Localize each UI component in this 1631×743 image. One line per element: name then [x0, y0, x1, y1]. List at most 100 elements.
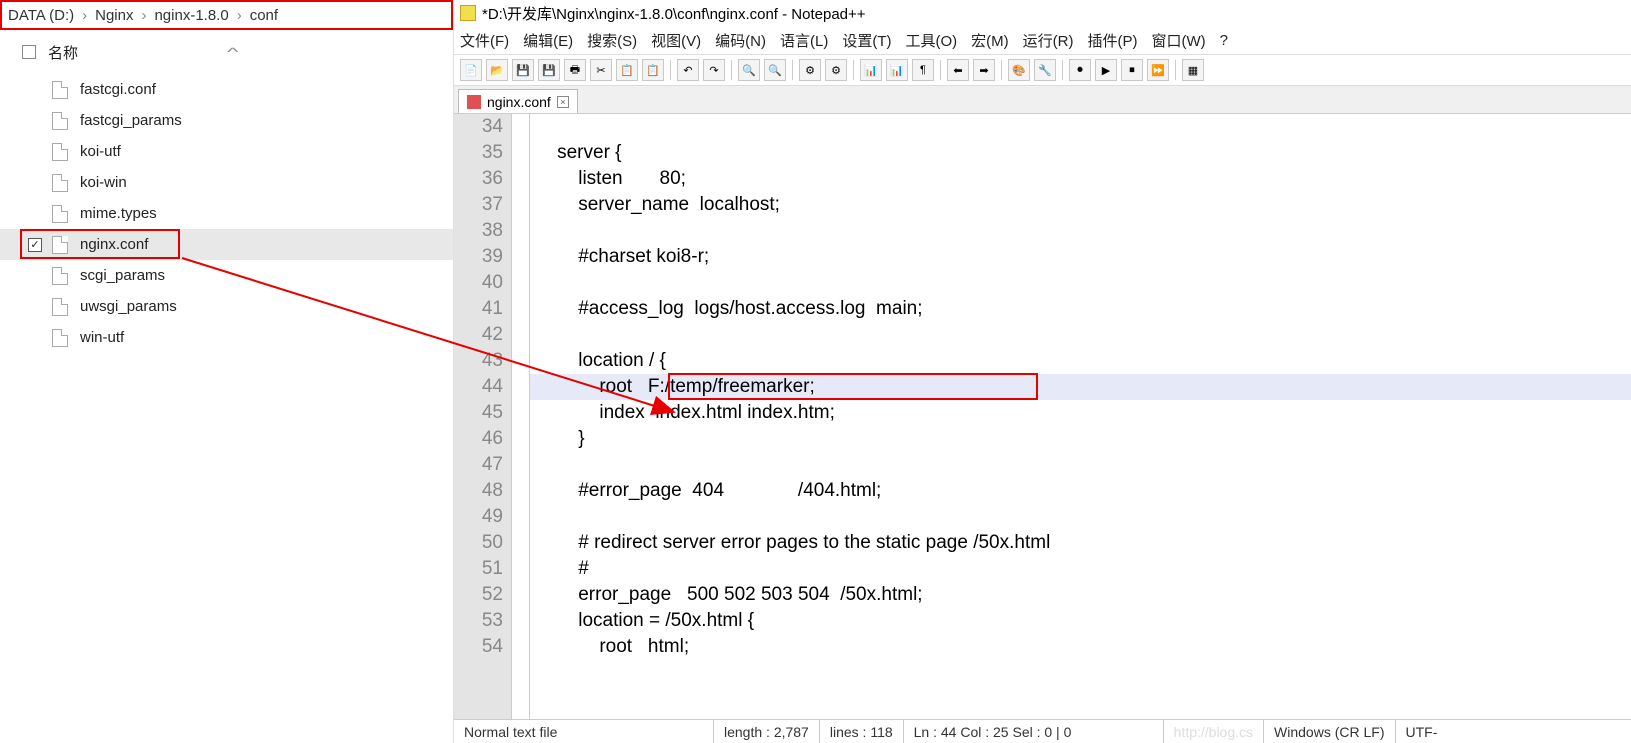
- file-row[interactable]: mime.types: [0, 198, 453, 229]
- code-line[interactable]: error_page 500 502 503 504 /50x.html;: [530, 582, 1631, 608]
- code-line[interactable]: [530, 114, 1631, 140]
- toolbar[interactable]: 📄📂💾💾🖶✂📋📋↶↷🔍🔍⚙⚙📊📊¶⬅➡🎨🔧⏺▶⏹⏩▦: [454, 54, 1631, 86]
- menu-item[interactable]: 插件(P): [1087, 30, 1137, 51]
- toolbar-button[interactable]: 📊: [886, 59, 908, 81]
- menu-item[interactable]: 工具(O): [905, 30, 957, 51]
- code-line[interactable]: server_name localhost;: [530, 192, 1631, 218]
- toolbar-button[interactable]: ▦: [1182, 59, 1204, 81]
- code-line[interactable]: # redirect server error pages to the sta…: [530, 530, 1631, 556]
- menu-item[interactable]: 窗口(W): [1151, 30, 1205, 51]
- menu-item[interactable]: 搜索(S): [587, 30, 637, 51]
- file-name: koi-win: [80, 174, 127, 191]
- file-row[interactable]: ✓nginx.conf: [0, 229, 453, 260]
- line-number: 34: [454, 114, 503, 140]
- toolbar-button[interactable]: ↶: [677, 59, 699, 81]
- file-icon: [52, 205, 68, 223]
- file-row[interactable]: scgi_params: [0, 260, 453, 291]
- tab-nginx-conf[interactable]: nginx.conf ×: [458, 89, 578, 113]
- breadcrumb-item[interactable]: nginx-1.8.0: [154, 7, 228, 24]
- line-number: 36: [454, 166, 503, 192]
- toolbar-button[interactable]: ⏹: [1121, 59, 1143, 81]
- file-row[interactable]: koi-utf: [0, 136, 453, 167]
- toolbar-button[interactable]: ⚙: [799, 59, 821, 81]
- toolbar-button[interactable]: ⚙: [825, 59, 847, 81]
- code-line[interactable]: location = /50x.html {: [530, 608, 1631, 634]
- file-icon: [52, 267, 68, 285]
- toolbar-button[interactable]: 🖶: [564, 59, 586, 81]
- file-name: scgi_params: [80, 267, 165, 284]
- code-line[interactable]: #charset koi8-r;: [530, 244, 1631, 270]
- menu-item[interactable]: 宏(M): [971, 30, 1009, 51]
- file-row[interactable]: uwsgi_params: [0, 291, 453, 322]
- menu-item[interactable]: 运行(R): [1023, 30, 1074, 51]
- line-number: 52: [454, 582, 503, 608]
- menu-item[interactable]: 设置(T): [842, 30, 891, 51]
- menu-item[interactable]: 视图(V): [651, 30, 701, 51]
- file-row[interactable]: koi-win: [0, 167, 453, 198]
- breadcrumb-item[interactable]: conf: [250, 7, 278, 24]
- toolbar-button[interactable]: 📋: [616, 59, 638, 81]
- code-line[interactable]: index index.html index.htm;: [530, 400, 1631, 426]
- code-line[interactable]: root F:/temp/freemarker;: [530, 374, 1631, 400]
- line-number: 43: [454, 348, 503, 374]
- menu-bar[interactable]: 文件(F) 编辑(E) 搜索(S) 视图(V) 编码(N) 语言(L) 设置(T) 工具(O)…: [454, 26, 1631, 54]
- line-number: 37: [454, 192, 503, 218]
- menu-item[interactable]: 编辑(E): [523, 30, 573, 51]
- file-name: koi-utf: [80, 143, 121, 160]
- watermark: http://blog.cs: [1164, 720, 1264, 743]
- file-row[interactable]: win-utf: [0, 322, 453, 353]
- code-line[interactable]: [530, 218, 1631, 244]
- toolbar-button[interactable]: 📂: [486, 59, 508, 81]
- code-line[interactable]: [530, 270, 1631, 296]
- code-line[interactable]: [530, 452, 1631, 478]
- column-header[interactable]: 名称 ^: [0, 36, 453, 68]
- file-row[interactable]: fastcgi_params: [0, 105, 453, 136]
- toolbar-button[interactable]: 🔧: [1034, 59, 1056, 81]
- tab-bar[interactable]: nginx.conf ×: [454, 86, 1631, 114]
- toolbar-button[interactable]: 💾: [512, 59, 534, 81]
- code-line[interactable]: root html;: [530, 634, 1631, 660]
- toolbar-button[interactable]: ¶: [912, 59, 934, 81]
- breadcrumb[interactable]: DATA (D:) › Nginx › nginx-1.8.0 › conf: [0, 0, 453, 30]
- code-line[interactable]: #error_page 404 /404.html;: [530, 478, 1631, 504]
- toolbar-button[interactable]: ▶: [1095, 59, 1117, 81]
- unsaved-icon: [467, 95, 481, 109]
- toolbar-button[interactable]: 📄: [460, 59, 482, 81]
- toolbar-button[interactable]: 🔍: [764, 59, 786, 81]
- status-lines: lines : 118: [820, 720, 904, 743]
- fold-margin[interactable]: [512, 114, 530, 719]
- toolbar-button[interactable]: ✂: [590, 59, 612, 81]
- toolbar-button[interactable]: 💾: [538, 59, 560, 81]
- menu-item[interactable]: 文件(F): [460, 30, 509, 51]
- menu-item[interactable]: 编码(N): [715, 30, 766, 51]
- code-line[interactable]: listen 80;: [530, 166, 1631, 192]
- code-line[interactable]: location / {: [530, 348, 1631, 374]
- toolbar-button[interactable]: ⏺: [1069, 59, 1091, 81]
- code-content[interactable]: server { listen 80; server_name localhos…: [530, 114, 1631, 719]
- menu-item[interactable]: 语言(L): [780, 30, 828, 51]
- toolbar-button[interactable]: 📊: [860, 59, 882, 81]
- toolbar-button[interactable]: 🔍: [738, 59, 760, 81]
- file-icon: [52, 112, 68, 130]
- close-icon[interactable]: ×: [557, 96, 569, 108]
- breadcrumb-item[interactable]: Nginx: [95, 7, 133, 24]
- code-area[interactable]: 3435363738394041424344454647484950515253…: [454, 114, 1631, 719]
- checkbox-icon[interactable]: ✓: [28, 238, 42, 252]
- breadcrumb-item[interactable]: DATA (D:): [8, 7, 74, 24]
- toolbar-button[interactable]: ↷: [703, 59, 725, 81]
- code-line[interactable]: }: [530, 426, 1631, 452]
- toolbar-button[interactable]: ➡: [973, 59, 995, 81]
- toolbar-button[interactable]: 🎨: [1008, 59, 1030, 81]
- code-line[interactable]: [530, 504, 1631, 530]
- code-line[interactable]: #access_log logs/host.access.log main;: [530, 296, 1631, 322]
- select-all-checkbox[interactable]: [22, 45, 36, 59]
- file-row[interactable]: fastcgi.conf: [0, 74, 453, 105]
- menu-item[interactable]: ?: [1220, 32, 1228, 49]
- toolbar-button[interactable]: ⏩: [1147, 59, 1169, 81]
- code-line[interactable]: [530, 322, 1631, 348]
- file-name: win-utf: [80, 329, 124, 346]
- toolbar-button[interactable]: 📋: [642, 59, 664, 81]
- toolbar-button[interactable]: ⬅: [947, 59, 969, 81]
- code-line[interactable]: #: [530, 556, 1631, 582]
- code-line[interactable]: server {: [530, 140, 1631, 166]
